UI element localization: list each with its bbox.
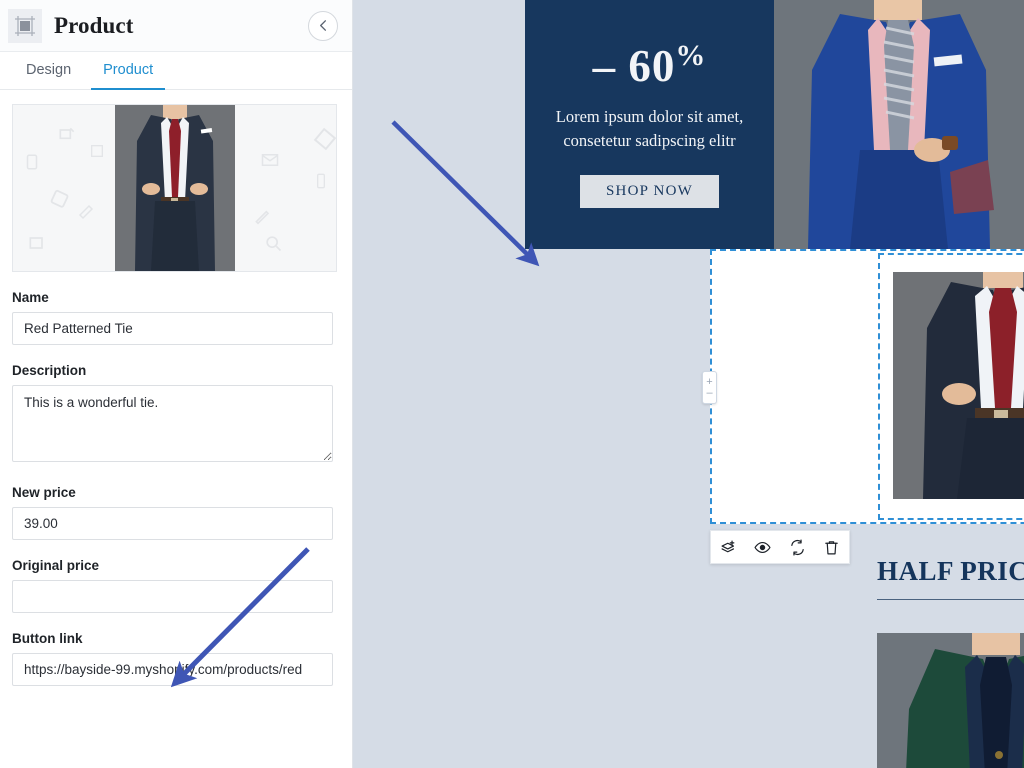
promo-subtitle-line-2: consetetur sadipscing elitr [563, 131, 736, 150]
minus-icon: – [706, 386, 713, 399]
hero-product-image[interactable] [774, 0, 1024, 249]
thumbnail-product-image [114, 105, 235, 271]
plus-icon: + [706, 375, 713, 388]
half-prices-heading: HALF PRICES [877, 556, 1024, 586]
block-toolbar [710, 530, 850, 564]
promo-subtitle-line-1: Lorem ipsum dolor sit amet, [555, 107, 744, 127]
canvas-product-image[interactable] [893, 272, 1024, 499]
preview-eye-icon[interactable] [751, 535, 775, 559]
promo-subtitle: Lorem ipsum dolor sit amet, consetetur s… [556, 105, 743, 153]
half-price-item-green-suit[interactable] [877, 633, 1024, 768]
half-prices-divider [877, 599, 1024, 600]
shop-now-button[interactable]: SHOP NOW [580, 174, 719, 208]
promo-discount: – 60% [593, 41, 707, 89]
promo-discount-percent: % [675, 39, 707, 73]
duplicate-layer-icon[interactable] [716, 535, 740, 559]
selected-product-block[interactable]: Red Patterned Tie This is a wonderful ti… [702, 249, 1024, 524]
promo-banner-block[interactable]: – 60% Lorem ipsum dolor sit amet, conset… [525, 0, 774, 249]
half-prices-items [877, 633, 1024, 768]
replace-swap-icon[interactable] [785, 535, 809, 559]
email-canvas: – 60% Lorem ipsum dolor sit amet, conset… [353, 0, 1024, 768]
promo-row: – 60% Lorem ipsum dolor sit amet, conset… [525, 0, 1024, 249]
delete-trash-icon[interactable] [820, 535, 844, 559]
app-root: Product Design Product Name Red Patterne… [0, 0, 1024, 768]
canvas-left-rail [353, 0, 525, 768]
resize-handle-left[interactable]: + – [702, 371, 717, 404]
arrow-to-button-link-field [170, 547, 310, 688]
half-prices-section: HALF PRICES [877, 556, 1024, 600]
promo-discount-value: – 60 [592, 41, 676, 92]
